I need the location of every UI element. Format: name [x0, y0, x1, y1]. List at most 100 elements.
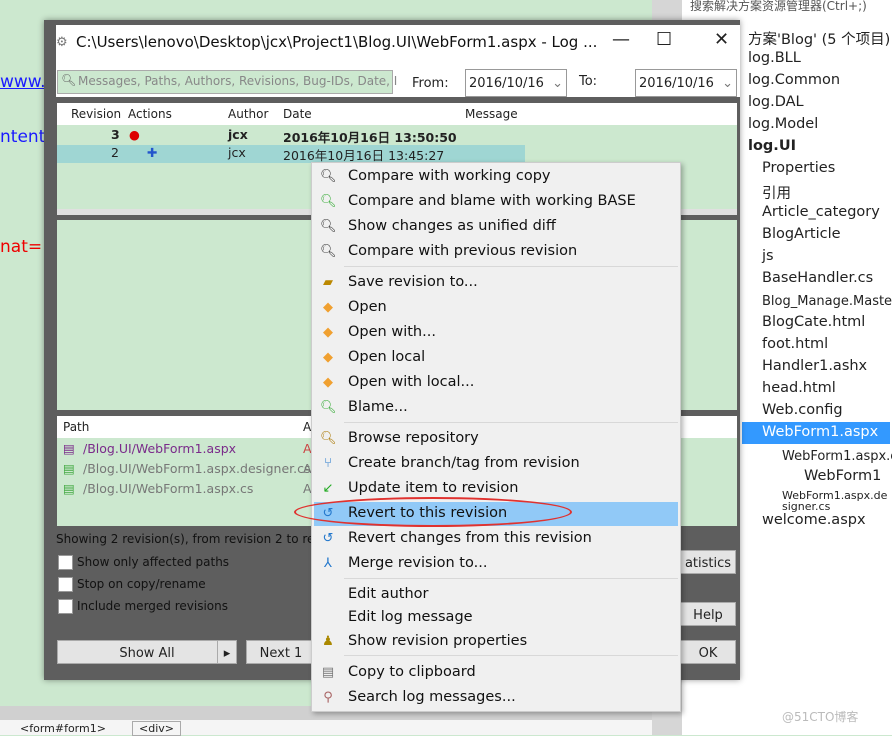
menu-separator — [344, 422, 678, 423]
tree-item[interactable]: log.UI — [748, 138, 796, 154]
tree-item[interactable]: WebForm1.aspx.designer.cs — [782, 490, 890, 512]
ok-button[interactable]: OK — [680, 640, 736, 664]
menu-item-label: Show revision properties — [348, 633, 528, 649]
blame-icon: 🔍︎ — [320, 194, 337, 209]
menu-item-label: Open — [348, 299, 387, 315]
tree-item[interactable]: BlogArticle — [762, 226, 841, 242]
save-icon: ▰ — [323, 275, 333, 290]
menu-item-open-local[interactable]: ◆ Open local — [314, 346, 678, 370]
breadcrumb-div[interactable]: <div> — [132, 721, 181, 736]
menu-item-compare-and-blame-with-working-base[interactable]: 🔍︎ Compare and blame with working BASE — [314, 190, 678, 214]
tree-item[interactable]: 方案'Blog' (5 个项目) — [748, 28, 890, 49]
statistics-button[interactable]: atistics — [680, 550, 736, 574]
tree-item[interactable]: BaseHandler.cs — [762, 270, 873, 286]
tree-item[interactable]: WebForm1 — [804, 468, 881, 484]
app-icon: ⚙ — [56, 35, 68, 50]
solution-search-input[interactable]: 搜索解决方案资源管理器(Ctrl+;) — [690, 0, 890, 13]
tree-item[interactable]: welcome.aspx — [762, 512, 866, 528]
menu-item-revert-changes-from-this-revision[interactable]: ↺ Revert changes from this revision — [314, 527, 678, 551]
col-path[interactable]: Path — [63, 420, 89, 434]
menu-item-open-with[interactable]: ◆ Open with... — [314, 321, 678, 345]
close-button[interactable]: ✕ — [714, 29, 729, 50]
watermark: @51CTO博客 — [782, 710, 859, 724]
revision-author: jcx — [228, 145, 246, 160]
stop-on-copy-checkbox[interactable] — [58, 577, 73, 592]
editor-text-fragment: nat= — [0, 237, 43, 257]
col-message[interactable]: Message — [465, 107, 518, 121]
menu-item-edit-author[interactable]: Edit author — [314, 583, 678, 607]
tree-item[interactable]: foot.html — [762, 336, 828, 352]
tree-item[interactable]: Blog_Manage.Master — [762, 294, 892, 309]
col-action[interactable]: A — [303, 420, 311, 434]
checkbox-label: Show only affected paths — [77, 555, 230, 569]
tree-item[interactable]: 引用 — [762, 182, 791, 203]
checkbox-label: Stop on copy/rename — [77, 577, 206, 591]
tree-item[interactable]: Web.config — [762, 402, 843, 418]
help-button[interactable]: Help — [680, 602, 736, 626]
menu-item-label: Open local — [348, 349, 426, 365]
next-button[interactable]: Next 1 — [246, 640, 316, 664]
tree-item[interactable]: Handler1.ashx — [762, 358, 867, 374]
menu-item-compare-with-working-copy[interactable]: 🔍︎ Compare with working copy — [314, 165, 678, 189]
menu-item-label: Update item to revision — [348, 480, 519, 496]
tree-item[interactable]: Article_category — [762, 204, 880, 220]
revision-date: 2016年10月16日 13:50:50 — [283, 130, 457, 145]
menu-item-show-revision-properties[interactable]: ♟ Show revision properties — [314, 630, 678, 654]
filter-placeholder: Messages, Paths, Authors, Revisions, Bug… — [78, 74, 398, 88]
maximize-button[interactable]: ☐ — [656, 29, 672, 50]
search-icon: 🔍︎ — [61, 73, 77, 87]
include-merged-checkbox[interactable] — [58, 599, 73, 614]
revision-author: jcx — [228, 127, 248, 142]
tree-item[interactable]: head.html — [762, 380, 836, 396]
next-label: Next 1 — [259, 646, 303, 661]
menu-item-compare-with-previous-revision[interactable]: 🔍︎ Compare with previous revision — [314, 240, 678, 264]
menu-item-open[interactable]: ◆ Open — [314, 296, 678, 320]
menu-item-save-revision-to[interactable]: ▰ Save revision to... — [314, 271, 678, 295]
menu-item-create-branch-tag-from-revision[interactable]: ⑂ Create branch/tag from revision — [314, 452, 678, 476]
tree-item[interactable]: log.Common — [748, 72, 840, 88]
tree-item-selected[interactable]: WebForm1.aspx — [742, 422, 890, 444]
from-date-picker[interactable]: 2016/10/16 ⌄ — [465, 69, 567, 97]
tree-item[interactable]: BlogCate.html — [762, 314, 865, 330]
menu-item-label: Create branch/tag from revision — [348, 455, 580, 471]
tree-item[interactable]: log.DAL — [748, 94, 804, 110]
col-author[interactable]: Author — [228, 107, 268, 121]
menu-item-label: Compare with working copy — [348, 168, 551, 184]
menu-separator — [344, 655, 678, 656]
menu-item-search-log-messages[interactable]: ⚲ Search log messages... — [314, 686, 678, 710]
revision-row[interactable]: 3 ● jcx 2016年10月16日 13:50:50 — [57, 127, 525, 145]
window-title: C:\Users\lenovo\Desktop\jcx\Project1\Blo… — [76, 33, 598, 51]
menu-item-merge-revision-to[interactable]: ⅄ Merge revision to... — [314, 552, 678, 576]
col-actions[interactable]: Actions — [128, 107, 172, 121]
tree-item[interactable]: Properties — [762, 160, 835, 176]
revision-row-selected[interactable]: 2 ✚ jcx 2016年10月16日 13:45:27 — [57, 145, 525, 163]
show-affected-paths-checkbox[interactable] — [58, 555, 73, 570]
to-date-picker[interactable]: 2016/10/16 ⌄ — [635, 69, 737, 97]
menu-item-open-with-local[interactable]: ◆ Open with local... — [314, 371, 678, 395]
open-icon: ◆ — [323, 375, 333, 390]
filter-input[interactable]: 🔍︎ Messages, Paths, Authors, Revisions, … — [57, 70, 397, 94]
open-icon: ◆ — [323, 350, 333, 365]
breadcrumb-form[interactable]: <form#form1> — [20, 722, 106, 735]
menu-item-label: Edit log message — [348, 609, 473, 625]
show-all-button[interactable]: Show All — [57, 640, 237, 664]
ok-label: OK — [698, 646, 718, 661]
tree-item[interactable]: WebForm1.aspx.cs — [782, 449, 892, 464]
file-icon: ▤ — [63, 481, 75, 496]
menu-item-show-changes-as-unified-diff[interactable]: 🔍︎ Show changes as unified diff — [314, 215, 678, 239]
menu-item-copy-to-clipboard[interactable]: ▤ Copy to clipboard — [314, 661, 678, 685]
minimize-button[interactable]: — — [612, 29, 630, 50]
tree-item[interactable]: log.Model — [748, 116, 818, 132]
menu-item-update-item-to-revision[interactable]: ↙ Update item to revision — [314, 477, 678, 501]
menu-item-browse-repository[interactable]: 🔍︎ Browse repository — [314, 427, 678, 451]
col-date[interactable]: Date — [283, 107, 312, 121]
revision-list-header: Revision Actions Author Date Message — [57, 103, 737, 125]
tree-item[interactable]: log.BLL — [748, 50, 801, 66]
col-revision[interactable]: Revision — [71, 107, 121, 121]
show-all-dropdown[interactable]: ▸ — [217, 640, 237, 664]
menu-item-blame[interactable]: 🔍︎ Blame... — [314, 396, 678, 420]
menu-item-edit-log-message[interactable]: Edit log message — [314, 606, 678, 630]
help-label: Help — [693, 608, 723, 623]
tree-item[interactable]: js — [762, 248, 774, 264]
menu-item-label: Revert changes from this revision — [348, 530, 592, 546]
